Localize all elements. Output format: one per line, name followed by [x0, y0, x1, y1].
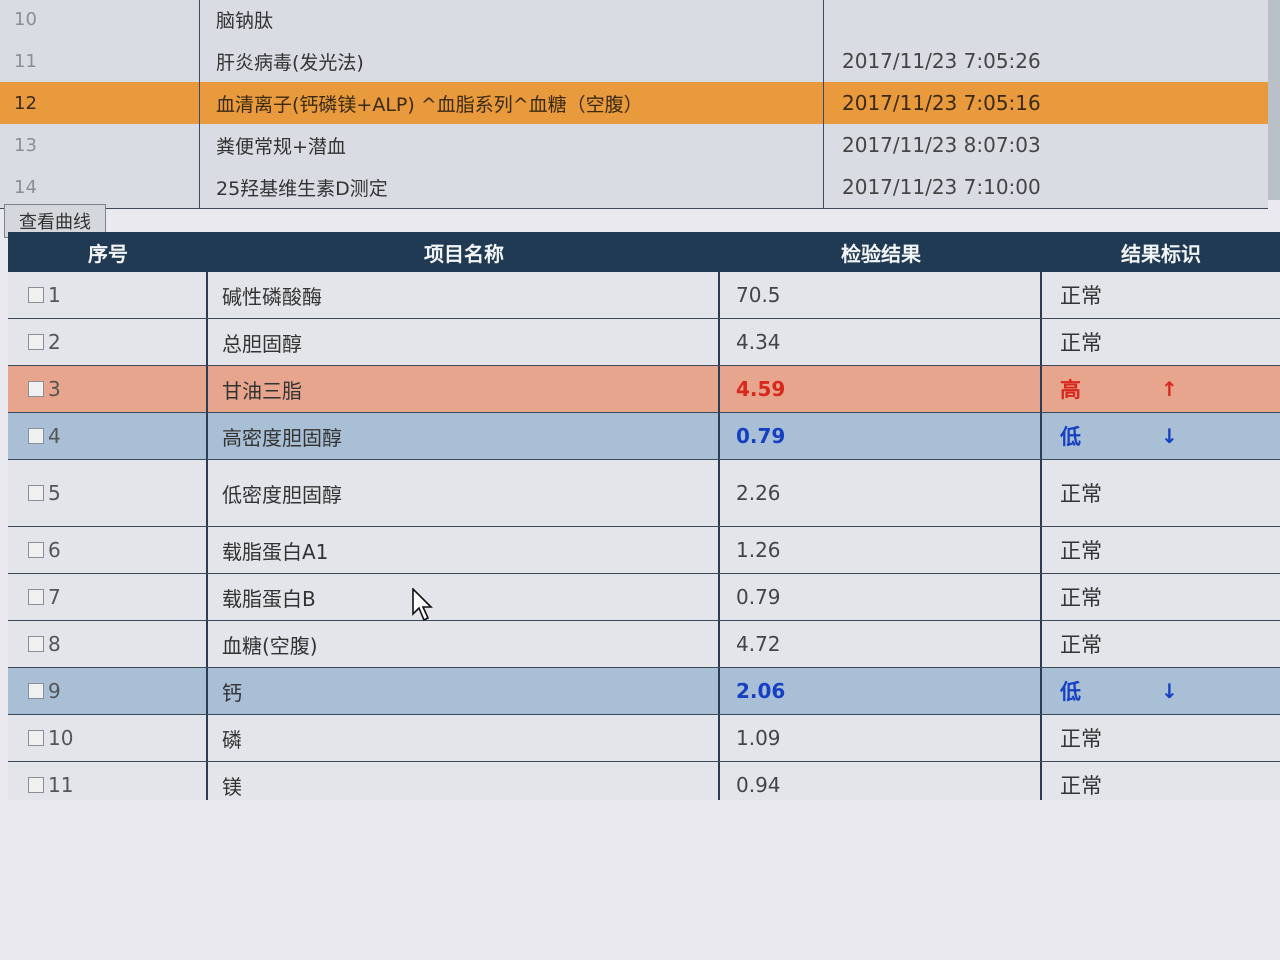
mouse-cursor-icon-svg: [412, 587, 433, 622]
row-seq: 10: [48, 726, 74, 750]
arrow-down-icon: ↓: [1161, 679, 1178, 703]
row-name: 载脂蛋白B: [208, 574, 720, 620]
order-row-number: 14: [0, 166, 200, 208]
row-seq: 8: [48, 632, 61, 656]
row-value: 2.26: [720, 460, 1042, 526]
order-row-name: 粪便常规+潜血: [200, 124, 824, 166]
row-seq: 5: [48, 481, 61, 505]
row-seq: 6: [48, 538, 61, 562]
order-row-time: 2017/11/23 7:05:16: [842, 91, 1041, 115]
row-value: 4.59: [720, 366, 1042, 412]
row-checkbox[interactable]: [28, 683, 44, 699]
row-name: 碱性磷酸酶: [208, 272, 720, 318]
row-name: 低密度胆固醇: [208, 460, 720, 526]
row-flag: 正常: [1060, 633, 1102, 657]
table-row[interactable]: 6 载脂蛋白A1 1.26 正常: [8, 527, 1280, 574]
row-seq: 4: [48, 424, 61, 448]
row-seq: 1: [48, 283, 61, 307]
order-row[interactable]: 10 脑钠肽: [0, 0, 1268, 41]
order-list-scrollbar[interactable]: [1268, 0, 1280, 200]
order-row-name: 脑钠肽: [200, 0, 824, 40]
order-row-time: 2017/11/23 8:07:03: [842, 133, 1041, 157]
order-row[interactable]: 13 粪便常规+潜血 2017/11/23 8:07:03: [0, 124, 1268, 167]
row-checkbox[interactable]: [28, 287, 44, 303]
table-row[interactable]: 1 碱性磷酸酶 70.5 正常: [8, 272, 1280, 319]
row-seq: 2: [48, 330, 61, 354]
order-row-time: 2017/11/23 7:10:00: [842, 175, 1041, 199]
empty-area: [0, 800, 1280, 960]
row-name: 磷: [208, 715, 720, 761]
table-row[interactable]: 10 磷 1.09 正常: [8, 715, 1280, 762]
row-flag: 正常: [1060, 284, 1102, 308]
order-row-name: 肝炎病毒(发光法): [200, 40, 824, 82]
row-flag: 正常: [1060, 586, 1102, 610]
row-value: 1.26: [720, 527, 1042, 573]
table-row-low[interactable]: 4 高密度胆固醇 0.79 低 ↓: [8, 413, 1280, 460]
row-seq: 3: [48, 377, 61, 401]
row-name: 血糖(空腹): [208, 621, 720, 667]
row-value: 0.79: [720, 574, 1042, 620]
row-value: 4.34: [720, 319, 1042, 365]
row-value: 4.72: [720, 621, 1042, 667]
row-checkbox[interactable]: [28, 777, 44, 793]
results-table-header: 序号 项目名称 检验结果 结果标识: [8, 232, 1280, 272]
order-list: 10 脑钠肽 11 肝炎病毒(发光法) 2017/11/23 7:05:26 1…: [0, 0, 1280, 209]
row-checkbox[interactable]: [28, 636, 44, 652]
order-row-number: 12: [0, 82, 200, 124]
order-row[interactable]: 14 25羟基维生素D测定 2017/11/23 7:10:00: [0, 166, 1268, 209]
table-row-low[interactable]: 9 钙 2.06 低 ↓: [8, 668, 1280, 715]
row-seq: 9: [48, 679, 61, 703]
row-value: 2.06: [720, 668, 1042, 714]
header-name: 项目名称: [424, 241, 504, 266]
row-checkbox[interactable]: [28, 589, 44, 605]
row-flag: 正常: [1060, 331, 1102, 355]
header-seq: 序号: [88, 241, 128, 266]
row-value: 1.09: [720, 715, 1042, 761]
row-flag: 正常: [1060, 539, 1102, 563]
row-name: 甘油三脂: [208, 366, 720, 412]
row-name: 钙: [208, 668, 720, 714]
row-flag: 正常: [1060, 727, 1102, 751]
row-flag: 低: [1060, 425, 1081, 449]
row-checkbox[interactable]: [28, 542, 44, 558]
row-checkbox[interactable]: [28, 730, 44, 746]
order-row-number: 13: [0, 124, 200, 166]
order-row-time: 2017/11/23 7:05:26: [842, 49, 1041, 73]
row-flag: 高: [1060, 378, 1081, 402]
header-value: 检验结果: [841, 241, 921, 266]
results-table: 序号 项目名称 检验结果 结果标识 1 碱性磷酸酶 70.5 正常 2 总胆固醇…: [8, 232, 1280, 809]
arrow-down-icon: ↓: [1161, 424, 1178, 448]
order-row-number: 11: [0, 40, 200, 82]
order-row-selected[interactable]: 12 血清离子(钙磷镁+ALP) ^血脂系列^血糖（空腹） 2017/11/23…: [0, 82, 1268, 125]
order-row-name: 25羟基维生素D测定: [200, 166, 824, 208]
table-row-high[interactable]: 3 甘油三脂 4.59 高 ↑: [8, 366, 1280, 413]
row-name: 高密度胆固醇: [208, 413, 720, 459]
row-checkbox[interactable]: [28, 485, 44, 501]
row-checkbox[interactable]: [28, 381, 44, 397]
row-flag: 低: [1060, 680, 1081, 704]
row-seq: 7: [48, 585, 61, 609]
row-name: 载脂蛋白A1: [208, 527, 720, 573]
row-flag: 正常: [1060, 774, 1102, 798]
order-row[interactable]: 11 肝炎病毒(发光法) 2017/11/23 7:05:26: [0, 40, 1268, 83]
arrow-up-icon: ↑: [1161, 377, 1178, 401]
table-row[interactable]: 7 载脂蛋白B 0.79 正常: [8, 574, 1280, 621]
table-row[interactable]: 2 总胆固醇 4.34 正常: [8, 319, 1280, 366]
row-checkbox[interactable]: [28, 428, 44, 444]
row-flag: 正常: [1060, 482, 1102, 506]
row-checkbox[interactable]: [28, 334, 44, 350]
header-flag: 结果标识: [1121, 241, 1201, 266]
table-row[interactable]: 8 血糖(空腹) 4.72 正常: [8, 621, 1280, 668]
row-value: 70.5: [720, 272, 1042, 318]
table-row[interactable]: 5 低密度胆固醇 2.26 正常: [8, 460, 1280, 527]
order-row-name: 血清离子(钙磷镁+ALP) ^血脂系列^血糖（空腹）: [200, 82, 824, 124]
row-name: 总胆固醇: [208, 319, 720, 365]
row-value: 0.79: [720, 413, 1042, 459]
order-row-number: 10: [0, 0, 200, 40]
row-seq: 11: [48, 773, 74, 797]
